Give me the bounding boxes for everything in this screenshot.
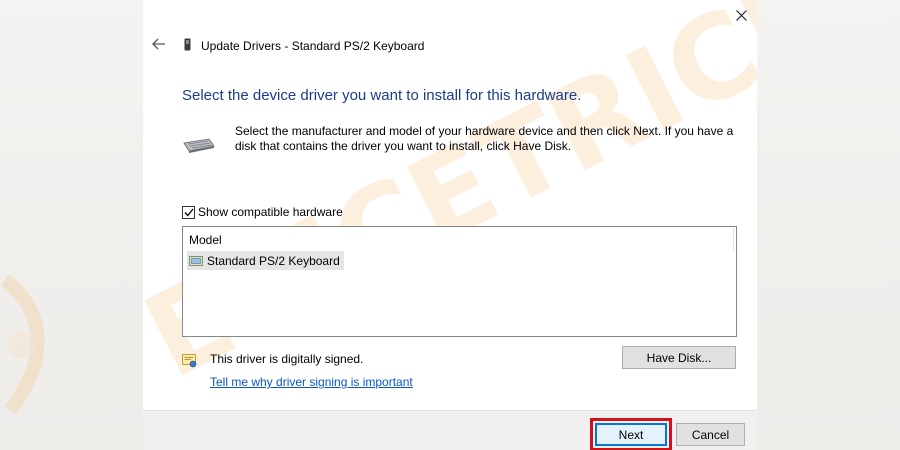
background-left [0,0,143,450]
list-item[interactable]: Standard PS/2 Keyboard [187,251,344,270]
background-right [757,0,900,450]
close-button[interactable] [727,2,755,28]
signed-certificate-icon [182,354,197,368]
back-arrow-icon [152,38,165,50]
listbox-scrollbar[interactable] [733,227,736,251]
page-heading: Select the device driver you want to ins… [182,87,582,104]
svg-text:EVICETRICKS: EVICETRICKS [143,0,757,405]
back-button[interactable] [149,34,169,54]
next-button[interactable]: Next [595,423,667,446]
driver-signing-link[interactable]: Tell me why driver signing is important [210,375,413,389]
watermark-swoosh [0,274,45,415]
have-disk-button[interactable]: Have Disk... [622,346,736,369]
checkbox-box[interactable] [182,205,195,219]
device-icon [184,38,191,51]
show-compatible-checkbox[interactable]: Show compatible hardware [182,205,343,219]
instructions-text: Select the manufacturer and model of you… [235,124,734,153]
close-icon [735,9,747,21]
checkmark-icon [183,208,194,217]
driver-package-icon [189,255,203,266]
show-compatible-label: Show compatible hardware [198,205,343,219]
model-column-header: Model [189,233,222,247]
update-drivers-dialog: EVICETRICKS Update Drivers - Standard PS… [143,0,757,450]
keyboard-icon [183,138,215,153]
signed-status-text: This driver is digitally signed. [210,352,364,366]
window-title: Update Drivers - Standard PS/2 Keyboard [201,39,425,53]
cancel-button[interactable]: Cancel [676,423,745,446]
list-item-label: Standard PS/2 Keyboard [207,253,340,268]
model-listbox[interactable]: Model Standard PS/2 Keyboard [182,226,737,337]
dialog-footer: Next Cancel [143,410,757,450]
